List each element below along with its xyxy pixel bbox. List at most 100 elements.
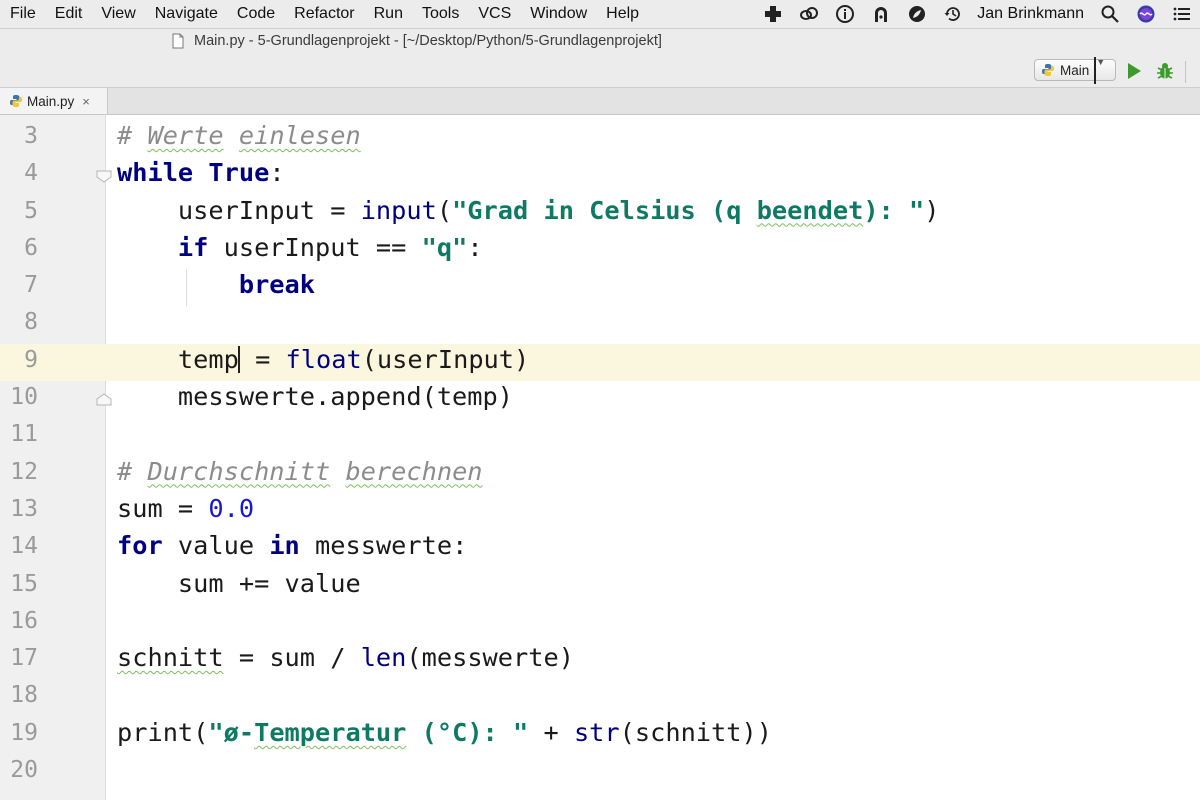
accessibility-icon[interactable] (870, 3, 892, 25)
code-text: if userInput == "q": (117, 233, 483, 262)
menu-item-run[interactable]: Run (361, 0, 403, 28)
code-token: (schnitt)) (619, 717, 772, 747)
code-text: # Werte einlesen (117, 121, 361, 150)
code-token: len (360, 643, 407, 673)
line-number: 10 (10, 384, 38, 411)
line-number: 17 (10, 645, 38, 672)
code-token: 0.0 (208, 493, 255, 523)
code-line[interactable]: 8 (0, 306, 1200, 343)
code-line[interactable]: 17 schnitt = sum / len(messwerte) (0, 642, 1200, 679)
code-line[interactable]: 4 while True: (0, 157, 1200, 194)
code-line[interactable]: 12 # Durchschnitt berechnen (0, 456, 1200, 493)
code-token: while (117, 158, 194, 188)
code-text: while True: (117, 158, 285, 187)
code-token: # (117, 121, 148, 150)
search-icon[interactable] (1099, 3, 1121, 25)
code-line[interactable]: 3 # Werte einlesen (0, 120, 1200, 157)
code-token: str (573, 717, 620, 747)
editor-tab-bar: Main.py × (0, 88, 1200, 115)
menu-item-refactor[interactable]: Refactor (281, 0, 354, 28)
line-number: 13 (10, 495, 38, 522)
line-number: 18 (10, 682, 38, 709)
menu-item-code[interactable]: Code (224, 0, 275, 28)
code-token: ( (436, 195, 453, 225)
fold-icon[interactable] (95, 393, 113, 407)
code-token: messwerte.append(temp) (117, 382, 513, 412)
code-line[interactable]: 20 (0, 754, 1200, 791)
code-line[interactable]: 5 userInput = input("Grad in Celsius (q … (0, 195, 1200, 232)
time-machine-icon[interactable] (942, 3, 964, 25)
code-line[interactable]: 15 sum += value (0, 568, 1200, 605)
code-token: einlesen (238, 121, 361, 150)
code-line[interactable]: 19 print("ø-Temperatur (°C): " + str(schn… (0, 717, 1200, 754)
code-line[interactable]: 11 (0, 418, 1200, 455)
code-token: print( (117, 717, 209, 747)
code-line[interactable]: 10 messwerte.append(temp) (0, 381, 1200, 418)
window-title: Main.py - 5-Grundlagenprojekt - [~/Deskt… (194, 33, 662, 49)
code-token: in (269, 531, 300, 561)
code-token: if (177, 232, 209, 262)
code-token: schnitt (117, 643, 224, 673)
siri-icon[interactable] (1135, 3, 1157, 25)
code-lines: 3 # Werte einlesen 4 while True: 5 userInput… (0, 120, 1200, 791)
debug-icon[interactable] (1155, 61, 1175, 81)
menu-item-edit[interactable]: Edit (42, 0, 83, 28)
code-token: messwerte: (299, 531, 468, 561)
close-icon[interactable]: × (82, 94, 90, 109)
code-token: (messwerte) (406, 643, 574, 673)
run-configuration-dropdown[interactable]: Main ▼ (1034, 56, 1116, 84)
code-token: Werte (147, 121, 224, 150)
menu-item-navigate[interactable]: Navigate (142, 0, 218, 28)
code-token: (userInput) (361, 344, 530, 374)
code-token: Temperatur (254, 717, 407, 747)
line-number: 14 (10, 533, 38, 560)
info-icon[interactable] (834, 3, 856, 25)
code-line[interactable]: 6 if userInput == "q": (0, 232, 1200, 269)
code-token: + (528, 717, 574, 747)
code-line[interactable]: 7 break (0, 269, 1200, 307)
tab-main-py[interactable]: Main.py × (0, 88, 108, 114)
user-name[interactable]: Jan Brinkmann (977, 5, 1084, 23)
menu-item-file[interactable]: File (0, 0, 36, 28)
fold-icon[interactable] (95, 169, 113, 183)
code-token: "q" (421, 232, 468, 262)
code-token: Durchschnitt (147, 456, 331, 486)
python-icon (1042, 64, 1054, 76)
code-token: ) (924, 195, 940, 225)
code-token: "Grad in Celsius (q (452, 195, 757, 225)
code-line[interactable]: 14 for value in messwerte: (0, 530, 1200, 567)
line-number: 4 (24, 160, 38, 187)
plus-icon[interactable] (762, 3, 784, 25)
code-editor[interactable]: 3 # Werte einlesen 4 while True: 5 userInput… (0, 115, 1200, 800)
creative-cloud-icon[interactable] (798, 3, 820, 25)
toolbar: Main ▼ (0, 55, 1200, 88)
line-number: 19 (10, 719, 38, 746)
code-token: : (269, 158, 285, 188)
toolbar-separator (1185, 61, 1186, 83)
code-token: berechnen (345, 456, 483, 486)
line-number: 15 (10, 570, 38, 597)
code-line[interactable]: 16 (0, 605, 1200, 642)
code-line[interactable]: 9 temp = float(userInput) (0, 343, 1200, 382)
code-line[interactable]: 18 (0, 679, 1200, 716)
python-file-icon (10, 95, 22, 107)
menu-item-vcs[interactable]: VCS (465, 0, 511, 28)
menu-bar: File Edit View Navigate Code Refactor Run Tools… (0, 0, 1200, 29)
menu-item-help[interactable]: Help (593, 0, 639, 28)
leaf-icon[interactable] (906, 3, 928, 25)
menu-item-tools[interactable]: Tools (409, 0, 459, 28)
run-icon[interactable] (1126, 62, 1142, 80)
code-line[interactable]: 13 sum = 0.0 (0, 493, 1200, 530)
code-token: userInput = (117, 195, 361, 225)
code-token: value (162, 531, 270, 561)
tab-label: Main.py (27, 93, 75, 109)
code-text: sum += value (117, 569, 361, 598)
menu-item-window[interactable]: Window (517, 0, 587, 28)
code-token: True (208, 158, 270, 188)
menu-item-view[interactable]: View (88, 0, 135, 28)
code-text: # Durchschnitt berechnen (117, 457, 483, 486)
notification-center-icon[interactable] (1171, 3, 1193, 25)
